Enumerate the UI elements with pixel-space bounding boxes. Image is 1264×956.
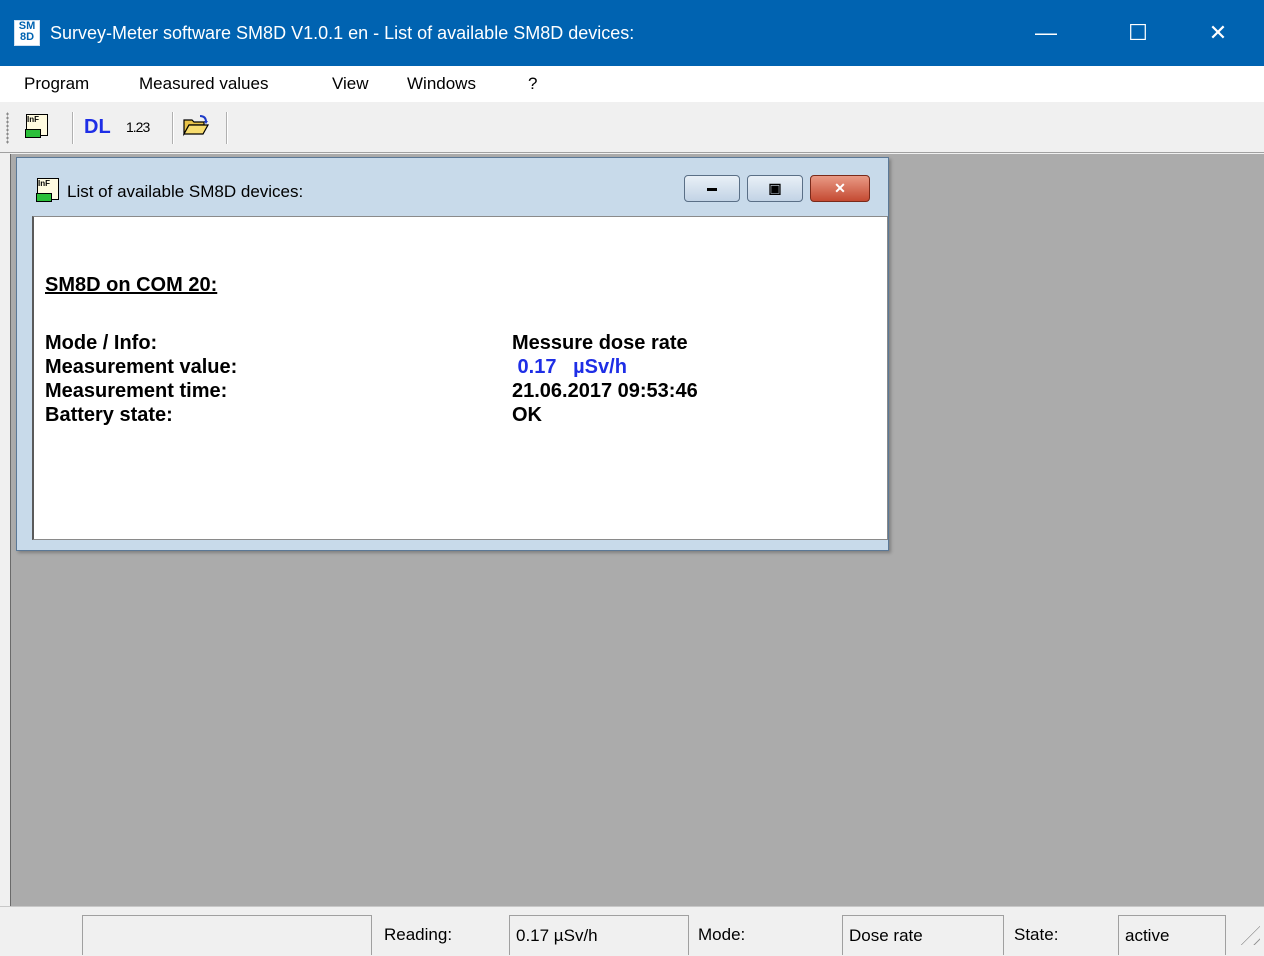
mode-value: Dose rate <box>842 915 1004 955</box>
close-button[interactable]: ✕ <box>1172 0 1264 66</box>
close-icon: ✕ <box>1208 20 1228 45</box>
window-title: Survey-Meter software SM8D V1.0.1 en - L… <box>50 23 635 43</box>
info-icon: InF <box>36 178 59 202</box>
measurement-time-label: Measurement time: <box>45 380 228 402</box>
minimize-button[interactable]: — <box>1000 0 1092 66</box>
app-icon[interactable]: SM 8D <box>14 20 40 46</box>
info-icon-text: InF <box>27 115 39 124</box>
menu-view[interactable]: View <box>332 66 369 102</box>
measurement-value: 0.17 µSv/h <box>512 356 627 378</box>
child-close-button[interactable]: ✕ <box>810 175 870 202</box>
numeric-display-button[interactable]: 1.23 <box>126 114 150 144</box>
info-icon: InF <box>25 114 48 138</box>
status-field-message <box>82 915 372 955</box>
child-window-title: List of available SM8D devices: <box>67 182 304 201</box>
child-minimize-button[interactable]: ▬ <box>684 175 740 202</box>
mode-info-label: Mode / Info: <box>45 332 158 354</box>
maximize-icon: ☐ <box>1128 20 1148 45</box>
app-icon-bottom-text: 8D <box>19 31 35 43</box>
mode-info-value: Messure dose rate <box>512 332 688 354</box>
device-info-panel: SM8D on COM 20: Mode / Info: Messure dos… <box>32 216 888 540</box>
info-icon-text: InF <box>38 179 50 188</box>
minimize-icon: ▬ <box>707 183 717 194</box>
child-window-icon: InF <box>36 178 59 202</box>
minimize-icon: — <box>1035 20 1057 45</box>
open-file-button[interactable] <box>182 114 210 144</box>
menu-program[interactable]: Program <box>24 66 89 102</box>
menu-help[interactable]: ? <box>528 66 537 102</box>
child-restore-button[interactable]: ▣ <box>747 175 803 202</box>
measurement-value-label: Measurement value: <box>45 356 238 378</box>
measurement-time-value: 21.06.2017 09:53:46 <box>512 380 698 402</box>
status-bar: Reading: 0.17 µSv/h Mode: Dose rate Stat… <box>0 906 1264 955</box>
mode-label: Mode: <box>698 925 746 944</box>
restore-icon: ▣ <box>768 180 782 196</box>
toolbar-grip[interactable] <box>6 112 9 144</box>
toolbar-separator <box>226 112 228 144</box>
toolbar: InF DL 1.23 <box>0 102 1264 153</box>
reading-value: 0.17 µSv/h <box>509 915 689 955</box>
title-bar[interactable]: SM 8D Survey-Meter software SM8D V1.0.1 … <box>0 0 1264 66</box>
numeric-label: 1.23 <box>126 119 150 135</box>
menu-measured-values[interactable]: Measured values <box>139 66 268 102</box>
menu-windows[interactable]: Windows <box>407 66 476 102</box>
menu-bar: Program Measured values View Windows ? <box>0 66 1264 103</box>
toolbar-separator <box>72 112 74 144</box>
toolbar-separator <box>172 112 174 144</box>
reading-label: Reading: <box>384 925 453 944</box>
device-list-window[interactable]: InF List of available SM8D devices: ▬ ▣ … <box>16 157 889 551</box>
resize-grip[interactable] <box>1234 919 1260 945</box>
maximize-button[interactable]: ☐ <box>1092 0 1184 66</box>
data-logger-button[interactable]: DL <box>84 114 111 144</box>
battery-state-value: OK <box>512 404 542 426</box>
close-icon: ✕ <box>834 180 846 196</box>
state-value: active <box>1118 915 1226 955</box>
device-header: SM8D on COM 20: <box>45 274 218 296</box>
state-label: State: <box>1014 925 1059 944</box>
device-list-button[interactable]: InF <box>25 114 48 144</box>
dl-label: DL <box>84 116 111 138</box>
open-folder-icon <box>182 115 210 137</box>
battery-state-label: Battery state: <box>45 404 173 426</box>
